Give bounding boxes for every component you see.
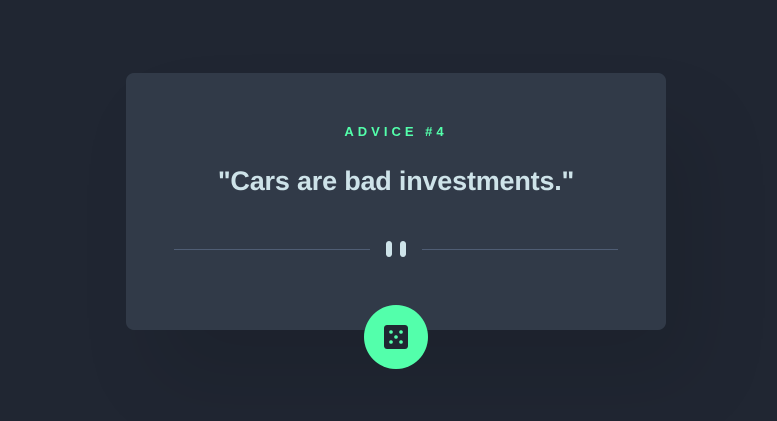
pattern-divider (174, 241, 618, 257)
advice-card: ADVICE #4 "Cars are bad investments." (126, 73, 666, 330)
advice-quote: "Cars are bad investments." (217, 166, 575, 196)
dice-icon (384, 325, 408, 349)
pause-icon (386, 241, 406, 257)
divider-line-left (174, 249, 370, 250)
advice-id-label: ADVICE #4 (344, 124, 448, 139)
new-advice-button[interactable] (364, 305, 428, 369)
divider-line-right (422, 249, 618, 250)
